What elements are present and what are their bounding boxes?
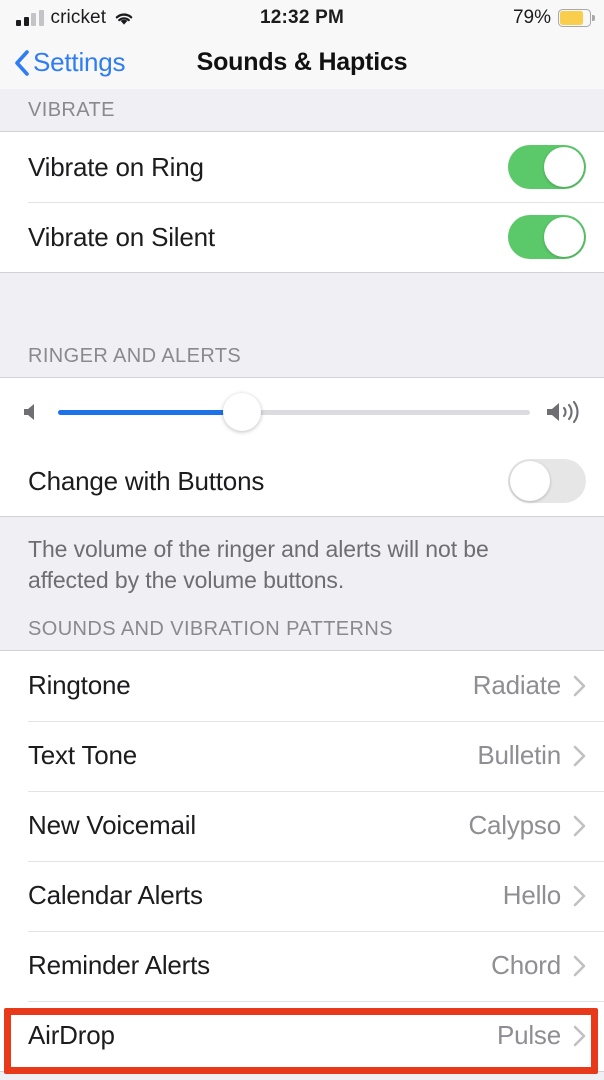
volume-slider-track[interactable] xyxy=(58,393,530,431)
section-header-vibrate: VIBRATE xyxy=(0,89,604,131)
iphone-screen: cricket 12:32 PM 79% Settings Sounds & H… xyxy=(0,0,604,1080)
battery-icon xyxy=(558,9,595,27)
chevron-right-icon xyxy=(573,815,586,837)
status-bar: cricket 12:32 PM 79% xyxy=(0,0,604,36)
chevron-right-icon xyxy=(573,675,586,697)
row-airdrop[interactable]: AirDrop Pulse xyxy=(0,1000,604,1071)
group-ringer-and-alerts: Change with Buttons xyxy=(0,377,604,517)
row-label: Text Tone xyxy=(28,740,138,771)
battery-percent-label: 79% xyxy=(512,7,551,28)
chevron-left-icon xyxy=(14,49,30,77)
speaker-high-icon xyxy=(544,398,586,426)
row-value: Pulse xyxy=(496,1020,561,1051)
navigation-bar: Settings Sounds & Haptics xyxy=(0,36,604,89)
row-ringtone[interactable]: Ringtone Radiate xyxy=(0,650,604,721)
section-gap xyxy=(0,273,604,335)
clock-label: 12:32 PM xyxy=(260,7,344,28)
toggle-vibrate-on-ring[interactable] xyxy=(508,145,586,189)
row-change-with-buttons[interactable]: Change with Buttons xyxy=(0,446,604,516)
section-header-ringer-and-alerts: RINGER AND ALERTS xyxy=(0,335,604,377)
chevron-right-icon xyxy=(573,885,586,907)
row-value: Hello xyxy=(502,880,561,911)
row-vibrate-on-ring[interactable]: Vibrate on Ring xyxy=(0,132,604,202)
settings-list: VIBRATE Vibrate on Ring Vibrate on Silen… xyxy=(0,89,604,1080)
row-vibrate-on-silent[interactable]: Vibrate on Silent xyxy=(0,202,604,272)
row-new-voicemail[interactable]: New Voicemail Calypso xyxy=(0,790,604,861)
group-vibrate: Vibrate on Ring Vibrate on Silent xyxy=(0,131,604,273)
chevron-right-icon xyxy=(573,1025,586,1047)
row-label: New Voicemail xyxy=(28,810,196,841)
row-reminder-alerts[interactable]: Reminder Alerts Chord xyxy=(0,930,604,1001)
status-bar-right: 79% xyxy=(512,0,595,36)
section-header-sounds-and-vibration-patterns: SOUNDS AND VIBRATION PATTERNS xyxy=(0,607,604,650)
row-value: Calypso xyxy=(468,810,561,841)
toggle-vibrate-on-silent[interactable] xyxy=(508,215,586,259)
row-label: Reminder Alerts xyxy=(28,950,210,981)
row-label: Vibrate on Ring xyxy=(28,151,204,182)
chevron-right-icon xyxy=(573,955,586,977)
section-footer-ringer-and-alerts: The volume of the ringer and alerts will… xyxy=(0,517,604,596)
row-value: Radiate xyxy=(472,670,561,701)
row-ringer-volume xyxy=(0,378,604,446)
row-text-tone[interactable]: Text Tone Bulletin xyxy=(0,720,604,791)
row-value: Bulletin xyxy=(477,740,561,771)
toggle-change-with-buttons[interactable] xyxy=(508,459,586,503)
back-button-label: Settings xyxy=(33,47,126,77)
chevron-right-icon xyxy=(573,745,586,767)
row-calendar-alerts[interactable]: Calendar Alerts Hello xyxy=(0,860,604,931)
row-label: AirDrop xyxy=(28,1020,115,1051)
row-label: Ringtone xyxy=(28,670,131,701)
row-label: Calendar Alerts xyxy=(28,880,203,911)
row-value: Chord xyxy=(491,950,561,981)
volume-slider-thumb[interactable] xyxy=(223,393,262,431)
row-label: Vibrate on Silent xyxy=(28,221,215,252)
section-gap xyxy=(0,595,604,608)
back-button[interactable]: Settings xyxy=(14,47,126,78)
speaker-low-icon xyxy=(18,399,44,425)
row-label: Change with Buttons xyxy=(28,465,265,496)
group-sounds-and-vibration-patterns: Ringtone Radiate Text Tone Bulletin New … xyxy=(0,649,604,1072)
